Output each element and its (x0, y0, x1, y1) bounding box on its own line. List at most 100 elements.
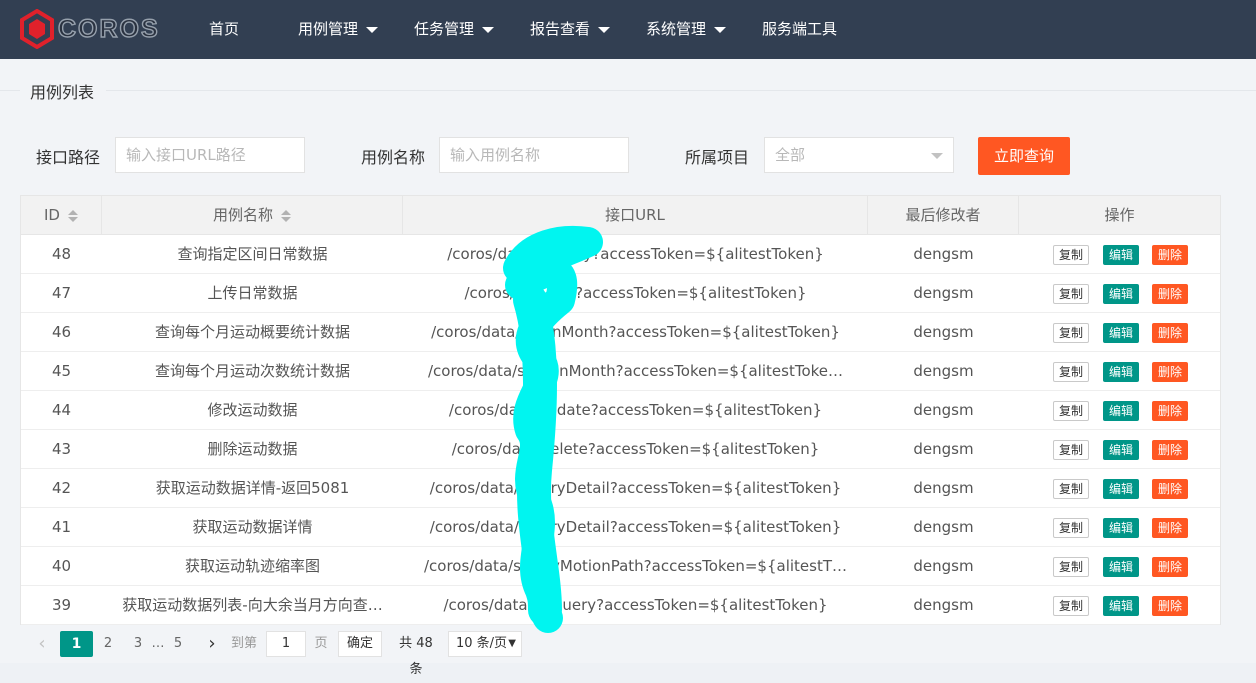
edit-button[interactable]: 编辑 (1103, 596, 1140, 616)
logo-text: COROS (57, 14, 160, 43)
nav-case-management[interactable]: 用例管理 (298, 0, 379, 59)
table-row: 44 修改运动数据/coros/data...pdate?accessToken=… (21, 391, 1220, 430)
th-url: 接口URL (403, 196, 868, 234)
nav-system-management[interactable]: 系统管理 (646, 0, 727, 59)
cell-actions: 复制 编辑 删除 (1018, 469, 1220, 507)
page-size-select[interactable]: 10 条/页 ▼ (448, 631, 522, 657)
cell-id: 47 (51, 284, 72, 302)
project-select[interactable]: 全部 (764, 137, 954, 173)
edit-button[interactable]: 编辑 (1103, 440, 1140, 460)
top-navbar: COROS 首页 用例管理 任务管理 报告查看 系统管理 服务端工具 (0, 0, 1256, 59)
dropdown-arrow-icon: ▼ (508, 638, 516, 649)
th-modifier-label: 最后修改者 (905, 206, 981, 224)
next-page-button[interactable]: › (202, 631, 222, 657)
copy-button[interactable]: 复制 (1053, 479, 1090, 499)
project-filter-label: 所属项目 (685, 148, 750, 167)
edit-button[interactable]: 编辑 (1103, 362, 1140, 382)
name-filter-input[interactable] (439, 137, 629, 173)
nav-task-management-label: 任务管理 (414, 20, 475, 38)
cell-name: 上传日常数据 (207, 284, 298, 302)
edit-button[interactable]: 编辑 (1103, 518, 1140, 538)
case-table: ID 用例名称 接口URL 最后修改者 操作 48 查询指定区间日常数据/coro… (20, 195, 1221, 625)
cell-modifier: dengsm (913, 284, 974, 302)
sort-icon[interactable] (67, 209, 78, 222)
page-3-button[interactable]: 3 (128, 631, 148, 657)
cell-name: 查询每个月运动概要统计数据 (154, 323, 350, 341)
cell-modifier: dengsm (913, 557, 974, 575)
copy-button[interactable]: 复制 (1053, 362, 1090, 382)
prev-page-button[interactable]: ‹ (32, 631, 52, 657)
cell-name: 获取运动数据详情-返回5081 (155, 479, 350, 497)
sort-icon[interactable] (281, 209, 291, 222)
delete-button[interactable]: 删除 (1152, 401, 1189, 421)
delete-button[interactable]: 删除 (1152, 557, 1189, 577)
table-row: 45 查询每个月运动次数统计数据/coros/data/sp...tInMonth… (21, 352, 1220, 391)
goto-confirm-button[interactable]: 确定 (338, 631, 382, 657)
edit-button[interactable]: 编辑 (1103, 479, 1140, 499)
delete-button[interactable]: 删除 (1152, 596, 1189, 616)
path-filter-input[interactable] (115, 137, 305, 173)
nav-server-tools-label: 服务端工具 (762, 20, 838, 38)
copy-button[interactable]: 复制 (1053, 284, 1090, 304)
query-button[interactable]: 立即查询 (978, 137, 1070, 175)
th-name[interactable]: 用例名称 (102, 196, 403, 234)
edit-button[interactable]: 编辑 (1103, 284, 1140, 304)
delete-button[interactable]: 删除 (1152, 284, 1189, 304)
delete-button[interactable]: 删除 (1152, 362, 1189, 382)
delete-button[interactable]: 删除 (1152, 518, 1189, 538)
copy-button[interactable]: 复制 (1053, 401, 1090, 421)
cell-name: 删除运动数据 (207, 440, 298, 458)
edit-button[interactable]: 编辑 (1103, 401, 1140, 421)
dropdown-arrow-icon (931, 153, 943, 159)
cell-id: 39 (51, 596, 72, 614)
cell-name: 查询指定区间日常数据 (177, 245, 328, 263)
delete-button[interactable]: 删除 (1152, 479, 1189, 499)
copy-button[interactable]: 复制 (1053, 596, 1090, 616)
cell-modifier: dengsm (913, 440, 974, 458)
coros-logo[interactable]: COROS (20, 7, 160, 51)
cell-url: /coros/da...ave?accessToken=${alitestTok… (464, 284, 807, 302)
copy-button[interactable]: 复制 (1053, 518, 1090, 538)
cell-actions: 复制 编辑 删除 (1018, 430, 1220, 468)
edit-button[interactable]: 编辑 (1103, 557, 1140, 577)
page-1-button[interactable]: 1 (60, 631, 93, 657)
cell-url: /coros/data...pdate?accessToken=${alites… (448, 401, 823, 419)
cell-id: 48 (51, 245, 72, 263)
copy-button[interactable]: 复制 (1053, 440, 1090, 460)
th-actions-label: 操作 (1104, 206, 1135, 224)
th-id[interactable]: ID (21, 196, 102, 234)
table-header: ID 用例名称 接口URL 最后修改者 操作 (21, 196, 1220, 235)
table-row: 40 获取运动轨迹缩率图/coros/data/sp...ryMotionPath… (21, 547, 1220, 586)
delete-button[interactable]: 删除 (1152, 245, 1189, 265)
path-filter-label: 接口路径 (36, 148, 101, 167)
cell-id: 43 (51, 440, 72, 458)
copy-button[interactable]: 复制 (1053, 557, 1090, 577)
delete-button[interactable]: 删除 (1152, 323, 1189, 343)
caret-down-icon (714, 26, 727, 33)
page-5-button[interactable]: 5 (168, 631, 188, 657)
edit-button[interactable]: 编辑 (1103, 323, 1140, 343)
cell-modifier: dengsm (913, 401, 974, 419)
nav-server-tools[interactable]: 服务端工具 (762, 0, 837, 59)
nav-system-management-label: 系统管理 (646, 20, 707, 38)
delete-button[interactable]: 删除 (1152, 440, 1189, 460)
goto-page-input[interactable]: 1 (266, 631, 306, 657)
nav-report-view[interactable]: 报告查看 (530, 0, 611, 59)
nav-task-management[interactable]: 任务管理 (414, 0, 495, 59)
cell-url: /coros/data/sp...tInMonth?accessToken=${… (427, 362, 843, 380)
cell-actions: 复制 编辑 删除 (1018, 274, 1220, 312)
table-row: 41 获取运动数据详情/coros/data/sp...ryDetail?acce… (21, 508, 1220, 547)
copy-button[interactable]: 复制 (1053, 245, 1090, 265)
page-2-button[interactable]: 2 (98, 631, 118, 657)
nav-home[interactable]: 首页 (209, 0, 239, 59)
cell-actions: 复制 编辑 删除 (1018, 391, 1220, 429)
cell-id: 44 (51, 401, 72, 419)
page-size-value: 10 条/页 (456, 636, 508, 651)
copy-button[interactable]: 复制 (1053, 323, 1090, 343)
nav-case-management-label: 用例管理 (298, 20, 359, 38)
cell-actions: 复制 编辑 删除 (1018, 352, 1220, 390)
section-divider (0, 90, 1256, 91)
edit-button[interactable]: 编辑 (1103, 245, 1140, 265)
cell-actions: 复制 编辑 删除 (1018, 586, 1220, 624)
th-name-label: 用例名称 (212, 206, 273, 224)
